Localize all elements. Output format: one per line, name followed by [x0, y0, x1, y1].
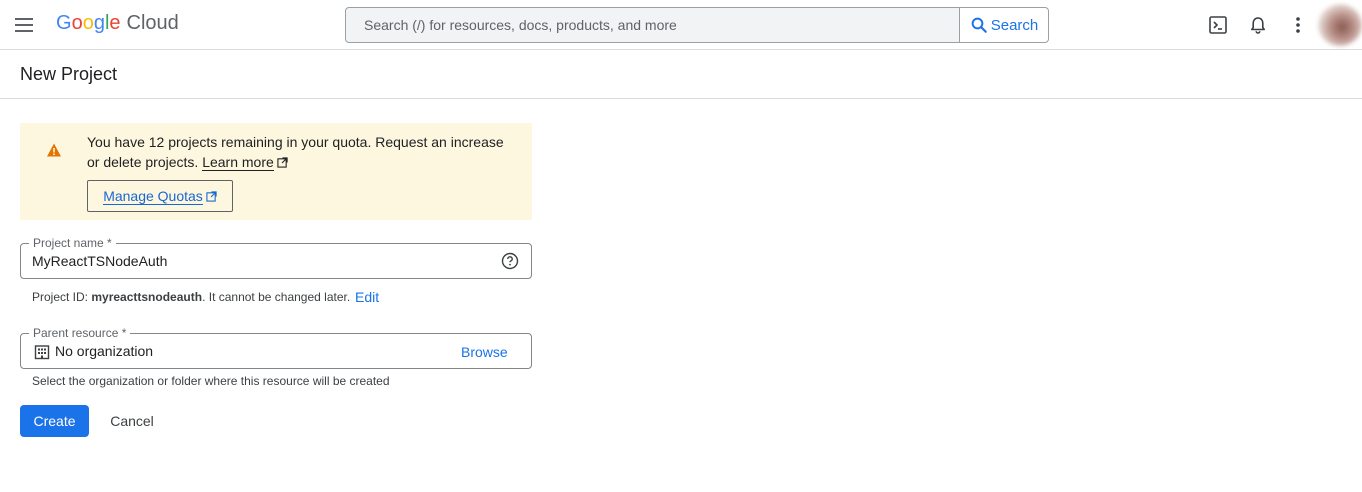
- page-title: New Project: [20, 64, 118, 84]
- external-link-icon: [206, 190, 217, 202]
- quota-message: You have 12 projects remaining in your q…: [87, 134, 504, 170]
- browse-button[interactable]: Browse: [461, 344, 508, 360]
- external-link-icon: [277, 157, 288, 168]
- create-button[interactable]: Create: [20, 405, 89, 437]
- search-input[interactable]: [346, 8, 959, 42]
- project-name-field: Project name *: [20, 236, 532, 279]
- quota-warning-banner: You have 12 projects remaining in your q…: [20, 123, 532, 220]
- organization-building-icon: [34, 345, 50, 360]
- search-button-label: Search: [990, 16, 1039, 34]
- parent-resource-label: Parent resource *: [29, 326, 131, 340]
- search-icon: [971, 17, 987, 33]
- notifications-bell-icon[interactable]: [1246, 13, 1270, 37]
- top-app-bar: Google Cloud Search: [0, 0, 1362, 50]
- manage-quotas-button[interactable]: Manage Quotas: [87, 180, 233, 212]
- cancel-button[interactable]: Cancel: [98, 405, 166, 437]
- search-box: [345, 7, 960, 43]
- cloud-shell-icon[interactable]: [1206, 13, 1230, 37]
- parent-resource-hint: Select the organization or folder where …: [32, 374, 390, 388]
- learn-more-link[interactable]: Learn more: [202, 154, 274, 171]
- warning-icon: [47, 143, 61, 157]
- parent-resource-field[interactable]: Parent resource * No organization Browse: [20, 326, 532, 369]
- project-id-hint: Project ID: myreacttsnodeauth. It cannot…: [32, 290, 351, 304]
- google-cloud-logo[interactable]: Google Cloud: [56, 12, 179, 35]
- more-vert-icon[interactable]: [1286, 13, 1310, 37]
- account-avatar[interactable]: [1318, 4, 1362, 46]
- parent-resource-value: No organization: [55, 343, 154, 359]
- search-button[interactable]: Search: [959, 7, 1049, 43]
- help-icon[interactable]: [501, 252, 519, 270]
- manage-quotas-label: Manage Quotas: [103, 187, 203, 205]
- edit-project-id-link[interactable]: Edit: [355, 289, 379, 305]
- project-name-input[interactable]: [32, 244, 492, 278]
- quota-warning-text: You have 12 projects remaining in your q…: [87, 132, 517, 172]
- hamburger-menu-icon[interactable]: [12, 13, 36, 37]
- project-id-value: myreacttsnodeauth: [91, 290, 203, 304]
- page-header: New Project: [0, 50, 1362, 99]
